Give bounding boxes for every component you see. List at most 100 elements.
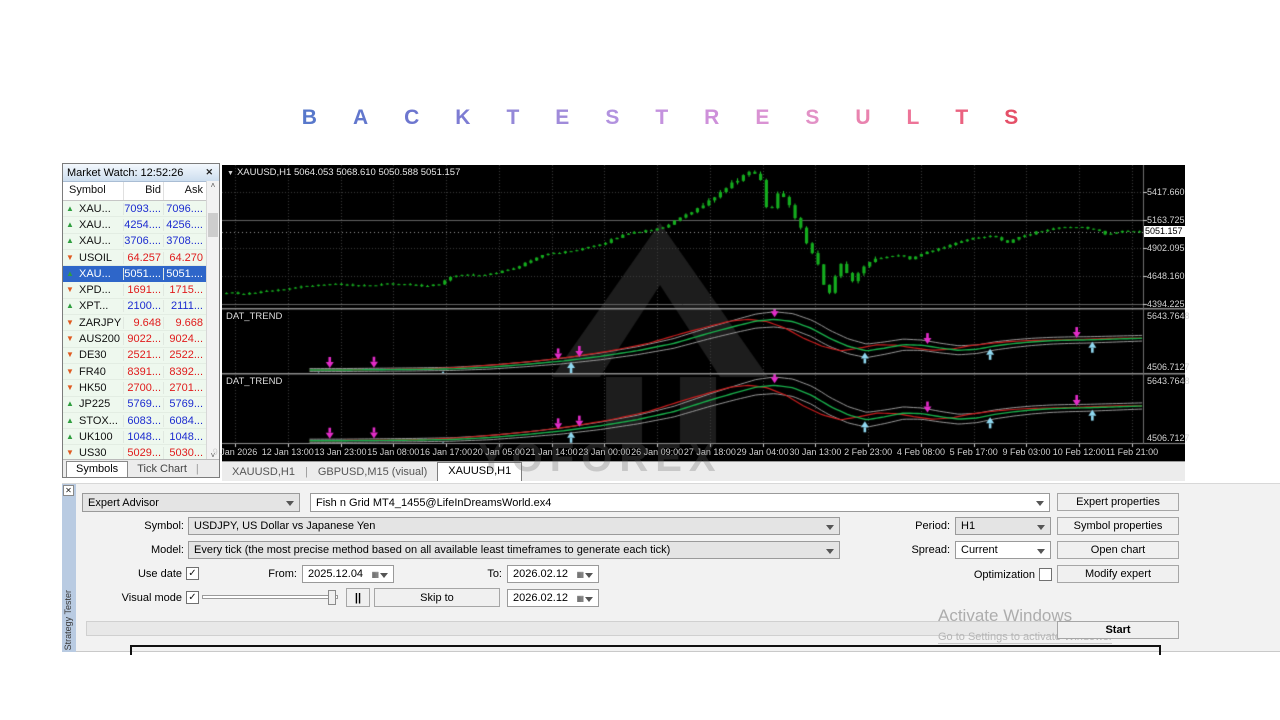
title-letter: C	[404, 106, 419, 129]
optimization-checkbox[interactable]	[1039, 568, 1052, 581]
trend-down-icon: ▼	[66, 383, 74, 392]
backtest-title: BACKTESTRESULTS	[240, 106, 1080, 130]
pause-button[interactable]: ||	[346, 588, 370, 607]
market-watch-row[interactable]: ▲XAU...7093....7096....	[63, 201, 219, 217]
chart-tab-2[interactable]: XAUUSD,H1	[437, 462, 522, 481]
bid-cell: 9.648	[123, 317, 163, 329]
market-watch-row[interactable]: ▲UK1001048...1048...	[63, 429, 219, 445]
spread-label: Spread:	[882, 544, 950, 556]
tester-sidebar: ✕ Strategy Tester	[62, 484, 76, 652]
tab-tick-chart[interactable]: Tick Chart	[128, 462, 196, 477]
visual-mode-checkbox[interactable]: ✓	[186, 591, 199, 604]
bid-cell: 5051....	[123, 268, 163, 280]
expert-advisor-select[interactable]: Expert Advisor	[82, 493, 300, 512]
modify-expert-button[interactable]: Modify expert	[1057, 565, 1179, 583]
symbol-cell: ▼USOIL	[63, 252, 123, 264]
ask-cell: 1715...	[163, 284, 206, 296]
symbol-select[interactable]: USDJPY, US Dollar vs Japanese Yen	[188, 517, 840, 535]
bid-cell: 2100...	[123, 300, 163, 312]
open-chart-button[interactable]: Open chart	[1057, 541, 1179, 559]
column-header-ask[interactable]: Ask	[163, 182, 206, 200]
title-letter: E	[555, 106, 569, 129]
market-watch-row[interactable]: ▼USOIL64.25764.270	[63, 250, 219, 266]
market-watch-row[interactable]: ▼XPD...1691...1715...	[63, 282, 219, 298]
title-letter: T	[955, 106, 968, 129]
scroll-up-icon[interactable]: ˄	[207, 181, 219, 190]
period-select[interactable]: H1	[955, 517, 1051, 535]
use-date-checkbox[interactable]: ✓	[186, 567, 199, 580]
time-axis-label: 21 Jan 14:00	[526, 447, 578, 457]
ask-cell: 2111...	[163, 300, 206, 312]
expert-properties-button[interactable]: Expert properties	[1057, 493, 1179, 511]
market-watch-row[interactable]: ▲XPT...2100...2111...	[63, 299, 219, 315]
market-watch-row[interactable]: ▲XAU...3706....3708....	[63, 234, 219, 250]
bid-cell: 6083...	[123, 415, 163, 427]
tester-sidebar-label[interactable]: Strategy Tester	[63, 590, 73, 650]
market-watch-scrollbar[interactable]: ˄ ˅	[206, 181, 219, 461]
bid-cell: 1048...	[123, 431, 163, 443]
spread-select[interactable]: Current	[955, 541, 1051, 559]
from-label: From:	[242, 568, 297, 580]
chevron-down-icon	[826, 549, 834, 554]
symbol-cell: ▲JP225	[63, 398, 123, 410]
skip-to-button[interactable]: Skip to	[374, 588, 500, 607]
ea-name-input[interactable]: Fish n Grid MT4_1455@LifeInDreamsWorld.e…	[310, 493, 1050, 512]
time-axis-label: 9 Feb 03:00	[1002, 447, 1050, 457]
tab-symbols[interactable]: Symbols	[66, 461, 128, 477]
bid-cell: 64.257	[123, 252, 163, 264]
to-date-input[interactable]: 2026.02.12▦	[507, 565, 599, 583]
symbol-cell: ▼AUS200	[63, 333, 123, 345]
bid-cell: 1691...	[123, 284, 163, 296]
chart-tab-1[interactable]: GBPUSD,M15 (visual)	[308, 465, 437, 481]
market-watch-row[interactable]: ▼DE302521...2522...	[63, 348, 219, 364]
scrollbar-thumb[interactable]	[208, 213, 218, 237]
time-axis-label: 26 Jan 09:00	[631, 447, 683, 457]
chart-canvas[interactable]	[222, 165, 1185, 461]
trend-up-icon: ▲	[66, 269, 74, 278]
bid-cell: 3706....	[123, 235, 163, 247]
visual-mode-slider-thumb[interactable]	[328, 590, 336, 605]
market-watch-row[interactable]: ▼ZARJPY9.6489.668	[63, 315, 219, 331]
title-letter: U	[855, 106, 870, 129]
market-watch-close-icon[interactable]: ✕	[203, 167, 215, 178]
tester-close-icon[interactable]: ✕	[63, 485, 74, 496]
trend-up-icon: ▲	[66, 236, 74, 245]
market-watch-header-row: Symbol Bid Ask	[63, 182, 219, 201]
title-letter: L	[907, 106, 920, 129]
time-axis-label: 4 Feb 08:00	[897, 447, 945, 457]
model-select[interactable]: Every tick (the most precise method base…	[188, 541, 840, 559]
start-button[interactable]: Start	[1057, 621, 1179, 639]
sub-axis-label: 5643.7648	[1147, 376, 1190, 386]
time-axis-label: 9 Jan 2026	[213, 447, 258, 457]
column-header-symbol[interactable]: Symbol	[63, 182, 123, 200]
chevron-down-icon	[585, 573, 593, 578]
market-watch-row[interactable]: ▲XAU...4254....4256....	[63, 217, 219, 233]
time-axis-label: 12 Jan 13:00	[262, 447, 314, 457]
market-watch-row[interactable]: ▲STOX...6083...6084...	[63, 413, 219, 429]
market-watch-row[interactable]: ▲JP2255769...5769...	[63, 397, 219, 413]
period-label: Period:	[882, 520, 950, 532]
symbol-properties-button[interactable]: Symbol properties	[1057, 517, 1179, 535]
market-watch-row[interactable]: ▼AUS2009022...9024...	[63, 331, 219, 347]
ask-cell: 5051....	[163, 268, 206, 280]
column-header-bid[interactable]: Bid	[123, 182, 163, 200]
symbol-cell: ▼FR40	[63, 366, 123, 378]
symbol-cell: ▲XPT...	[63, 300, 123, 312]
from-date-input[interactable]: 2025.12.04▦	[302, 565, 394, 583]
title-letter: R	[704, 106, 719, 129]
visual-mode-slider[interactable]	[202, 595, 338, 599]
time-axis-label: 29 Jan 04:00	[737, 447, 789, 457]
chart-tab-0[interactable]: XAUUSD,H1	[222, 465, 305, 481]
market-watch-row[interactable]: ▲XAU...5051....5051....	[63, 266, 219, 282]
market-watch-row[interactable]: ▼FR408391...8392...	[63, 364, 219, 380]
skip-date-input[interactable]: 2026.02.12▦	[507, 589, 599, 607]
to-label: To:	[462, 568, 502, 580]
chevron-down-icon	[585, 597, 593, 602]
chart-panel[interactable]: ▼XAUUSD,H1 5064.053 5068.610 5050.588 50…	[222, 165, 1185, 461]
trend-down-icon: ▼	[66, 334, 74, 343]
market-watch-panel: Market Watch: 12:52:26 ✕ Symbol Bid Ask …	[62, 163, 220, 478]
chart-header-dropdown-icon[interactable]: ▼	[227, 170, 234, 177]
sub-axis-label: 5643.7648	[1147, 311, 1190, 321]
market-watch-row[interactable]: ▼HK502700...2701...	[63, 380, 219, 396]
symbol-cell: ▲XAU...	[63, 219, 123, 231]
